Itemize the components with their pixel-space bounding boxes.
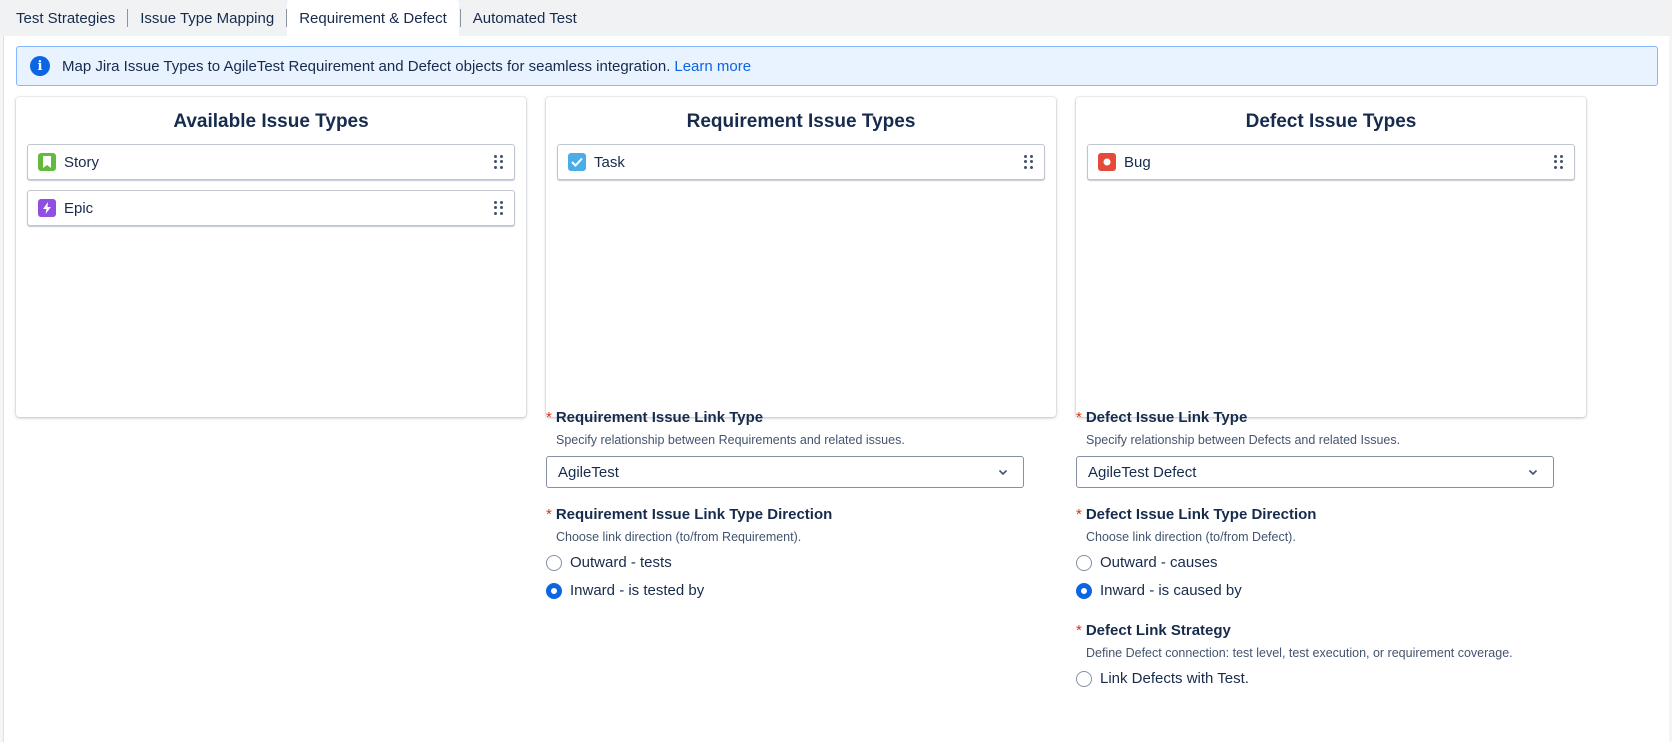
- tab-requirement-defect[interactable]: Requirement & Defect: [287, 0, 459, 36]
- field-label: * Defect Issue Link Type: [1076, 409, 1248, 426]
- radio-button[interactable]: [1076, 670, 1092, 687]
- task-icon: [568, 153, 586, 171]
- settings-tabs: Test Strategies Issue Type Mapping Requi…: [0, 0, 1672, 36]
- drag-handle-icon[interactable]: [1554, 155, 1564, 169]
- requirement-issue-types-panel: Requirement Issue Types Task: [546, 97, 1056, 417]
- radio-outward-causes[interactable]: Outward - causes: [1076, 554, 1218, 571]
- tab-issue-type-mapping[interactable]: Issue Type Mapping: [128, 0, 286, 36]
- drag-handle-icon[interactable]: [494, 155, 504, 169]
- panel-title: Requirement Issue Types: [686, 111, 916, 132]
- epic-icon: [38, 199, 56, 217]
- radio-inward-is-tested-by[interactable]: Inward - is tested by: [546, 582, 704, 599]
- radio-button-selected[interactable]: [546, 582, 562, 599]
- radio-label: Link Defects with Test.: [1100, 670, 1249, 687]
- select-value: AgileTest: [558, 463, 619, 481]
- issue-type-label: Epic: [64, 199, 94, 217]
- drag-handle-icon[interactable]: [1024, 155, 1034, 169]
- issue-type-card-story[interactable]: Story: [27, 144, 515, 180]
- defect-link-strategy-field: * Defect Link Strategy Define Defect conn…: [1076, 622, 1556, 660]
- issue-type-label: Bug: [1124, 153, 1151, 171]
- learn-more-link[interactable]: Learn more: [674, 58, 751, 75]
- field-label: * Defect Link Strategy: [1076, 622, 1231, 639]
- issue-type-card-task[interactable]: Task: [557, 144, 1045, 180]
- banner-text: Map Jira Issue Types to AgileTest Requir…: [62, 57, 671, 75]
- requirement-link-type-select[interactable]: AgileTest: [546, 456, 1024, 488]
- defect-direction-field: * Defect Issue Link Type Direction Choose…: [1076, 506, 1556, 544]
- field-description: Choose link direction (to/from Requireme…: [556, 530, 802, 544]
- radio-button[interactable]: [546, 554, 562, 571]
- radio-link-defects-with-test[interactable]: Link Defects with Test.: [1076, 670, 1249, 687]
- field-description: Specify relationship between Defects and…: [1086, 433, 1401, 447]
- drag-handle-icon[interactable]: [494, 201, 504, 215]
- field-label: * Requirement Issue Link Type: [546, 409, 764, 426]
- available-issue-types-panel: Available Issue Types Story Epic: [16, 97, 526, 417]
- radio-label: Inward - is tested by: [570, 582, 705, 599]
- field-description: Define Defect connection: test level, te…: [1086, 646, 1513, 660]
- field-description: Specify relationship between Requirement…: [556, 433, 905, 447]
- issue-type-label: Task: [594, 153, 625, 171]
- issue-type-card-epic[interactable]: Epic: [27, 190, 515, 226]
- radio-label: Inward - is caused by: [1100, 582, 1242, 599]
- info-icon: i: [30, 56, 50, 76]
- radio-button[interactable]: [1076, 554, 1092, 571]
- app-page: Test Strategies Issue Type Mapping Requi…: [0, 0, 1672, 742]
- story-icon: [38, 153, 56, 171]
- chevron-down-icon: [1528, 469, 1538, 476]
- tab-test-strategies[interactable]: Test Strategies: [0, 0, 127, 36]
- field-label: * Defect Issue Link Type Direction: [1076, 506, 1317, 523]
- field-description: Choose link direction (to/from Defect).: [1086, 530, 1296, 544]
- issue-type-label: Story: [64, 153, 100, 171]
- requirement-direction-field: * Requirement Issue Link Type Direction C…: [546, 506, 1026, 544]
- bug-icon: [1098, 153, 1116, 171]
- select-value: AgileTest Defect: [1088, 463, 1197, 481]
- panel-title: Defect Issue Types: [1245, 111, 1417, 132]
- field-label: * Requirement Issue Link Type Direction: [546, 506, 833, 523]
- radio-label: Outward - tests: [570, 554, 672, 571]
- requirement-link-type-field: * Requirement Issue Link Type Specify rel…: [546, 409, 1026, 447]
- radio-label: Outward - causes: [1100, 554, 1218, 571]
- tab-content: i Map Jira Issue Types to AgileTest Requ…: [3, 36, 1669, 742]
- radio-inward-is-caused-by[interactable]: Inward - is caused by: [1076, 582, 1242, 599]
- issue-type-card-bug[interactable]: Bug: [1087, 144, 1575, 180]
- defect-issue-types-panel: Defect Issue Types Bug: [1076, 97, 1586, 417]
- chevron-down-icon: [998, 469, 1008, 476]
- info-banner: i Map Jira Issue Types to AgileTest Requ…: [16, 46, 1658, 86]
- radio-outward-tests[interactable]: Outward - tests: [546, 554, 672, 571]
- tab-automated-test[interactable]: Automated Test: [461, 0, 589, 36]
- panel-title: Available Issue Types: [173, 111, 369, 132]
- defect-link-type-field: * Defect Issue Link Type Specify relation…: [1076, 409, 1556, 447]
- radio-button-selected[interactable]: [1076, 582, 1092, 599]
- defect-link-type-select[interactable]: AgileTest Defect: [1076, 456, 1554, 488]
